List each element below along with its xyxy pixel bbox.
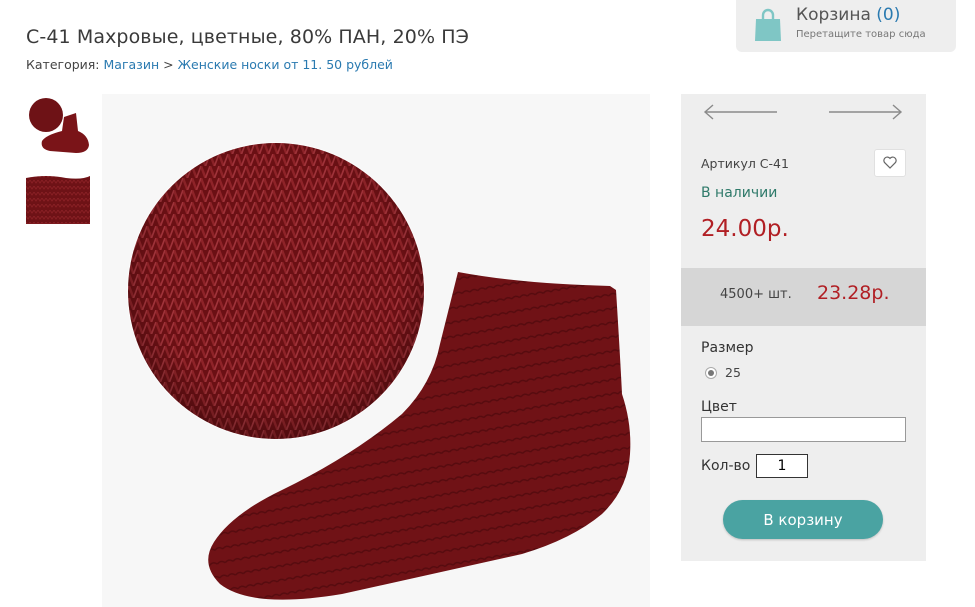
product-thumbnail-1[interactable]	[26, 95, 90, 157]
quantity-field[interactable]	[756, 454, 808, 478]
cart-title: Корзина (0)	[796, 5, 900, 25]
size-label: Размер	[701, 340, 754, 356]
cart-count: (0)	[876, 5, 901, 25]
shopping-bag-icon	[754, 8, 782, 46]
radio-selected-icon[interactable]	[705, 366, 717, 379]
product-thumbnail-2[interactable]	[26, 174, 90, 224]
bulk-quantity: 4500+ шт.	[720, 287, 792, 302]
cart-widget[interactable]: Корзина (0) Перетащите товар сюда	[736, 0, 956, 52]
product-sku: Артикул С-41	[701, 156, 789, 171]
breadcrumb-link-category[interactable]: Женские носки от 11. 50 рублей	[178, 57, 393, 72]
bulk-price-row: 4500+ шт. 23.28р.	[681, 268, 926, 326]
add-to-favorites-button[interactable]	[874, 149, 906, 177]
product-price: 24.00р.	[701, 216, 789, 242]
size-option-label: 25	[725, 365, 741, 380]
cart-title-text: Корзина	[796, 5, 871, 25]
stock-status: В наличии	[701, 185, 778, 201]
product-main-image[interactable]	[102, 94, 650, 607]
page-title: С-41 Махровые, цветные, 80% ПАН, 20% ПЭ	[26, 26, 469, 48]
color-field[interactable]	[701, 417, 906, 442]
heart-icon	[883, 154, 897, 173]
breadcrumb-link-shop[interactable]: Магазин	[104, 57, 160, 72]
size-option-25[interactable]: 25	[705, 365, 741, 380]
quantity-label: Кол-во	[701, 458, 751, 474]
bulk-price: 23.28р.	[817, 282, 890, 304]
breadcrumb-separator: >	[163, 57, 174, 72]
add-to-cart-button[interactable]: В корзину	[723, 500, 883, 539]
color-label: Цвет	[701, 399, 737, 415]
breadcrumb-prefix: Категория:	[26, 57, 100, 72]
arrow-left-icon[interactable]	[703, 102, 779, 126]
product-purchase-panel: Артикул С-41 В наличии 24.00р. 4500+ шт.…	[681, 94, 926, 561]
breadcrumb: Категория: Магазин > Женские носки от 11…	[26, 57, 393, 72]
arrow-right-icon[interactable]	[827, 102, 903, 126]
cart-hint: Перетащите товар сюда	[796, 29, 926, 40]
